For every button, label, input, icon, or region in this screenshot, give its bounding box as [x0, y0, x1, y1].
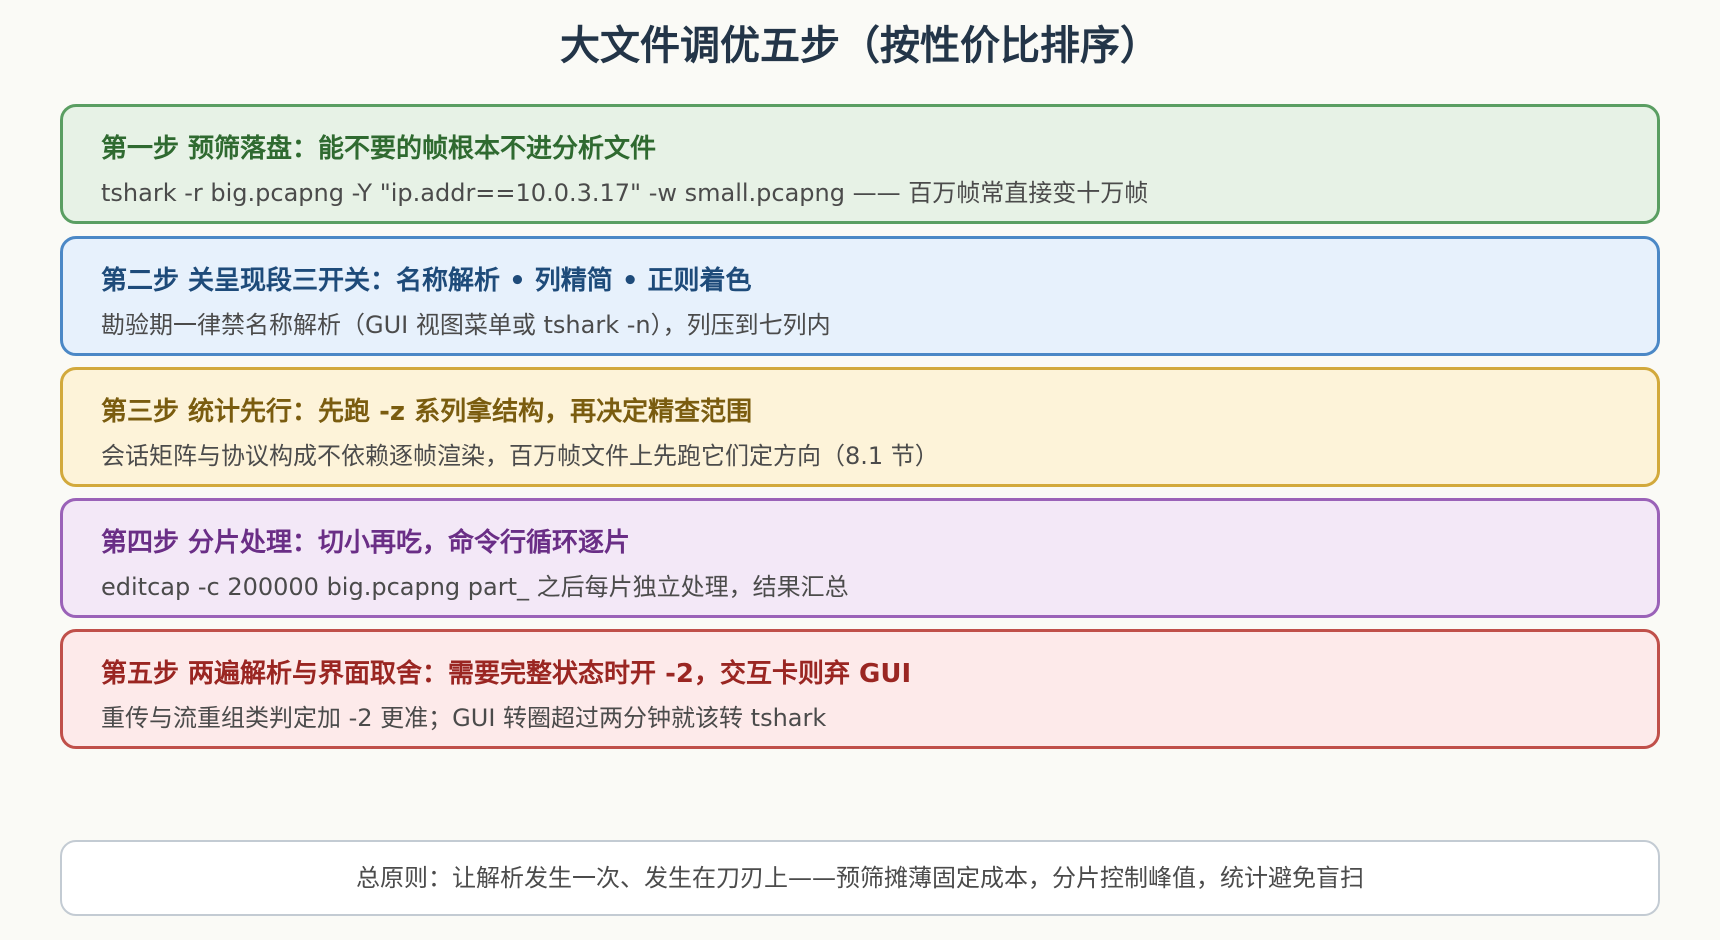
step-5-description: 重传与流重组类判定加 -2 更准；GUI 转圈超过两分钟就该转 tshark	[101, 704, 827, 732]
page-title: 大文件调优五步（按性价比排序）	[560, 23, 1160, 69]
step-4-title: 第四步 分片处理：切小再吃，命令行循环逐片	[101, 528, 631, 558]
step-2-description: 勘验期一律禁名称解析（GUI 视图菜单或 tshark -n），列压到七列内	[101, 311, 831, 339]
step-4-description: editcap -c 200000 big.pcapng part_ 之后每片独…	[101, 573, 849, 601]
step-5-title: 第五步 两遍解析与界面取舍：需要完整状态时开 -2，交互卡则弃 GUI	[101, 659, 912, 689]
step-4-card: 第四步 分片处理：切小再吃，命令行循环逐片 editcap -c 200000 …	[60, 498, 1660, 618]
step-3-title: 第三步 统计先行：先跑 -z 系列拿结构，再决定精查范围	[101, 397, 753, 427]
step-3-card: 第三步 统计先行：先跑 -z 系列拿结构，再决定精查范围 会话矩阵与协议构成不依…	[60, 367, 1660, 487]
step-2-card: 第二步 关呈现段三开关：名称解析 • 列精简 • 正则着色 勘验期一律禁名称解析…	[60, 236, 1660, 356]
step-3-description: 会话矩阵与协议构成不依赖逐帧渲染，百万帧文件上先跑它们定方向（8.1 节）	[101, 442, 939, 470]
step-1-title: 第一步 预筛落盘：能不要的帧根本不进分析文件	[101, 134, 657, 164]
step-5-card: 第五步 两遍解析与界面取舍：需要完整状态时开 -2，交互卡则弃 GUI 重传与流…	[60, 629, 1660, 749]
step-1-description: tshark -r big.pcapng -Y "ip.addr==10.0.3…	[101, 179, 1149, 207]
summary-principle: 总原则：让解析发生一次、发生在刀刃上——预筛摊薄固定成本，分片控制峰值，统计避免…	[60, 840, 1660, 916]
step-2-title: 第二步 关呈现段三开关：名称解析 • 列精简 • 正则着色	[101, 266, 752, 296]
step-1-card: 第一步 预筛落盘：能不要的帧根本不进分析文件 tshark -r big.pca…	[60, 104, 1660, 224]
